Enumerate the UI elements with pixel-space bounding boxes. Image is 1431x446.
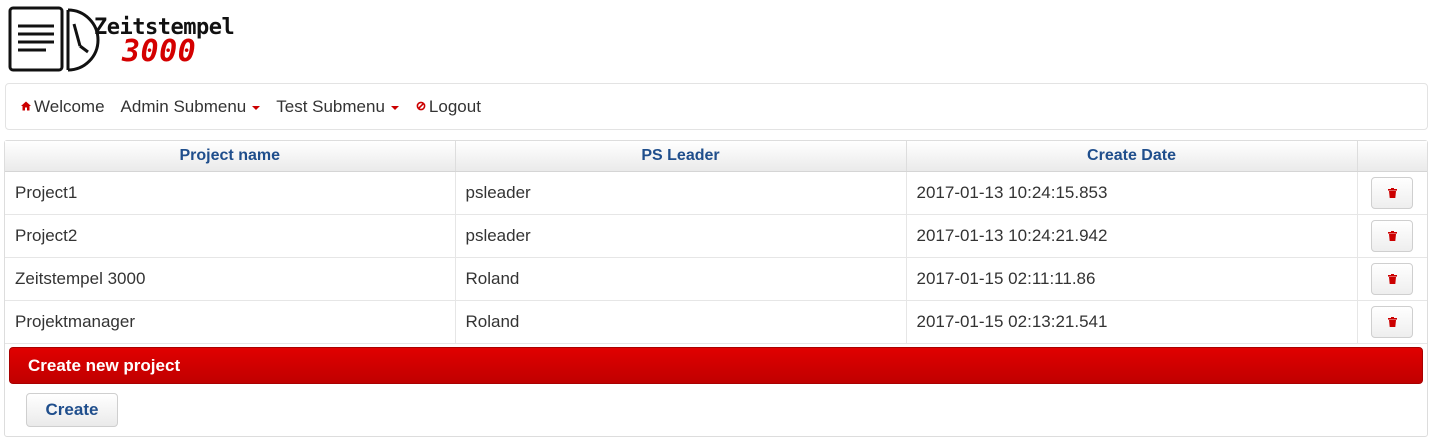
trash-icon [1387,273,1397,284]
ps-leader-cell: Roland [455,257,907,301]
trash-icon [1387,230,1397,241]
projects-table: Project name PS Leader Create Date Proje… [5,141,1427,344]
project-name-cell: Projektmanager [5,300,456,344]
ps-leader-cell: psleader [455,171,907,215]
create-button[interactable]: Create [26,393,118,427]
actions-cell [1357,257,1427,301]
column-header-ps-leader[interactable]: PS Leader [455,141,907,172]
table-row[interactable]: Project1 psleader 2017-01-13 10:24:15.85… [5,171,1427,215]
logo-subtitle: 3000 [122,34,197,69]
column-header-project-name[interactable]: Project name [5,141,456,172]
actions-cell [1357,300,1427,344]
home-icon [20,97,32,117]
table-row[interactable]: Project2 psleader 2017-01-13 10:24:21.94… [5,214,1427,258]
create-date-cell: 2017-01-13 10:24:21.942 [906,214,1358,258]
nav-logout-label: Logout [428,96,481,116]
table-header-row: Project name PS Leader Create Date [5,141,1427,172]
column-header-actions [1357,141,1427,172]
delete-button[interactable] [1371,305,1414,338]
ps-leader-cell: Roland [455,300,907,344]
column-header-create-date[interactable]: Create Date [906,141,1358,172]
table-row[interactable]: Zeitstempel 3000 Roland 2017-01-15 02:11… [5,257,1427,301]
create-date-cell: 2017-01-15 02:11:11.86 [906,257,1358,301]
create-project-header: Create new project [9,347,1423,384]
nav-welcome-label: Welcome [34,96,105,116]
main-navbar: Welcome Admin Submenu Test Submenu Logou… [5,83,1428,130]
nav-welcome[interactable]: Welcome [20,97,105,117]
nav-admin-submenu[interactable]: Admin Submenu [121,97,261,117]
actions-cell [1357,171,1427,215]
project-name-cell: Project1 [5,171,456,215]
nav-admin-label: Admin Submenu [120,96,247,116]
project-name-cell: Project2 [5,214,456,258]
delete-button[interactable] [1371,176,1414,209]
logout-icon [415,97,427,117]
trash-icon [1387,316,1397,327]
nav-test-label: Test Submenu [276,96,385,116]
nav-test-submenu[interactable]: Test Submenu [276,97,399,117]
trash-icon [1387,187,1397,198]
delete-button[interactable] [1371,219,1414,252]
projects-panel: Project name PS Leader Create Date Proje… [4,140,1428,437]
ps-leader-cell: psleader [455,214,907,258]
project-name-cell: Zeitstempel 3000 [5,257,456,301]
clock-document-icon [8,6,100,72]
caret-down-icon [390,105,399,110]
app-logo: Zeitstempel 3000 [8,6,258,76]
table-row[interactable]: Projektmanager Roland 2017-01-15 02:13:2… [5,300,1427,344]
delete-button[interactable] [1371,262,1414,295]
create-date-cell: 2017-01-13 10:24:15.853 [906,171,1358,215]
actions-cell [1357,214,1427,258]
nav-logout[interactable]: Logout [415,97,481,117]
caret-down-icon [252,105,261,110]
create-date-cell: 2017-01-15 02:13:21.541 [906,300,1358,344]
